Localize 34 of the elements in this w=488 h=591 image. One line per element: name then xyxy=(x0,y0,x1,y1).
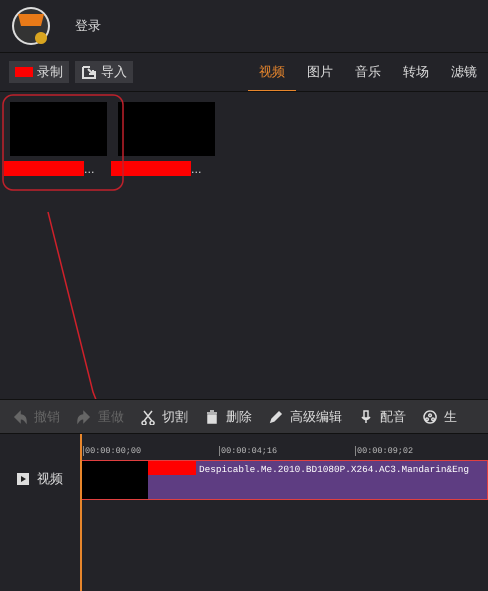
clip-caption: ... xyxy=(84,163,94,176)
import-icon xyxy=(81,64,97,80)
clip-thumbnail xyxy=(82,461,148,499)
record-button[interactable]: 录制 xyxy=(9,61,69,83)
undo-icon xyxy=(12,408,28,424)
pencil-icon xyxy=(268,408,284,424)
trash-icon xyxy=(204,408,220,424)
film-reel-icon xyxy=(422,408,438,424)
edit-tool-button[interactable]: 高级编辑 xyxy=(268,408,342,426)
edit-tool-button[interactable]: 切割 xyxy=(140,408,188,426)
ruler-label: 00:00:09;02 xyxy=(355,446,414,456)
clip-caption: ... xyxy=(191,163,202,176)
redo-icon xyxy=(76,408,92,424)
media-tab[interactable]: 转场 xyxy=(392,53,440,91)
play-icon xyxy=(17,473,29,485)
media-tab[interactable]: 音乐 xyxy=(344,53,392,91)
logo-icon xyxy=(11,6,51,46)
scissors-icon xyxy=(140,408,156,424)
ruler-label: 00:00:00;00 xyxy=(83,446,142,456)
media-tab[interactable]: 视频 xyxy=(248,53,296,91)
import-button[interactable]: 导入 xyxy=(75,61,133,83)
login-link[interactable]: 登录 xyxy=(75,17,101,35)
video-thumbnail[interactable] xyxy=(10,102,107,156)
edit-tool-button[interactable]: 配音 xyxy=(358,408,406,426)
video-clip[interactable]: Despicable.Me.2010.BD1080P.X264.AC3.Mandarin&Eng xyxy=(148,461,487,499)
track-label: 视频 xyxy=(37,471,63,488)
edit-tool-button[interactable]: 删除 xyxy=(204,408,252,426)
clip-title: Despicable.Me.2010.BD1080P.X264.AC3.Mandarin&Eng xyxy=(198,463,470,475)
redaction-mark xyxy=(148,461,196,475)
edit-tool-button[interactable]: 生 xyxy=(422,408,457,426)
ruler-label: 00:00:04;16 xyxy=(219,446,278,456)
media-tab[interactable]: 图片 xyxy=(296,53,344,91)
video-thumbnail[interactable] xyxy=(118,102,215,156)
media-tab[interactable]: 滤镜 xyxy=(440,53,488,91)
